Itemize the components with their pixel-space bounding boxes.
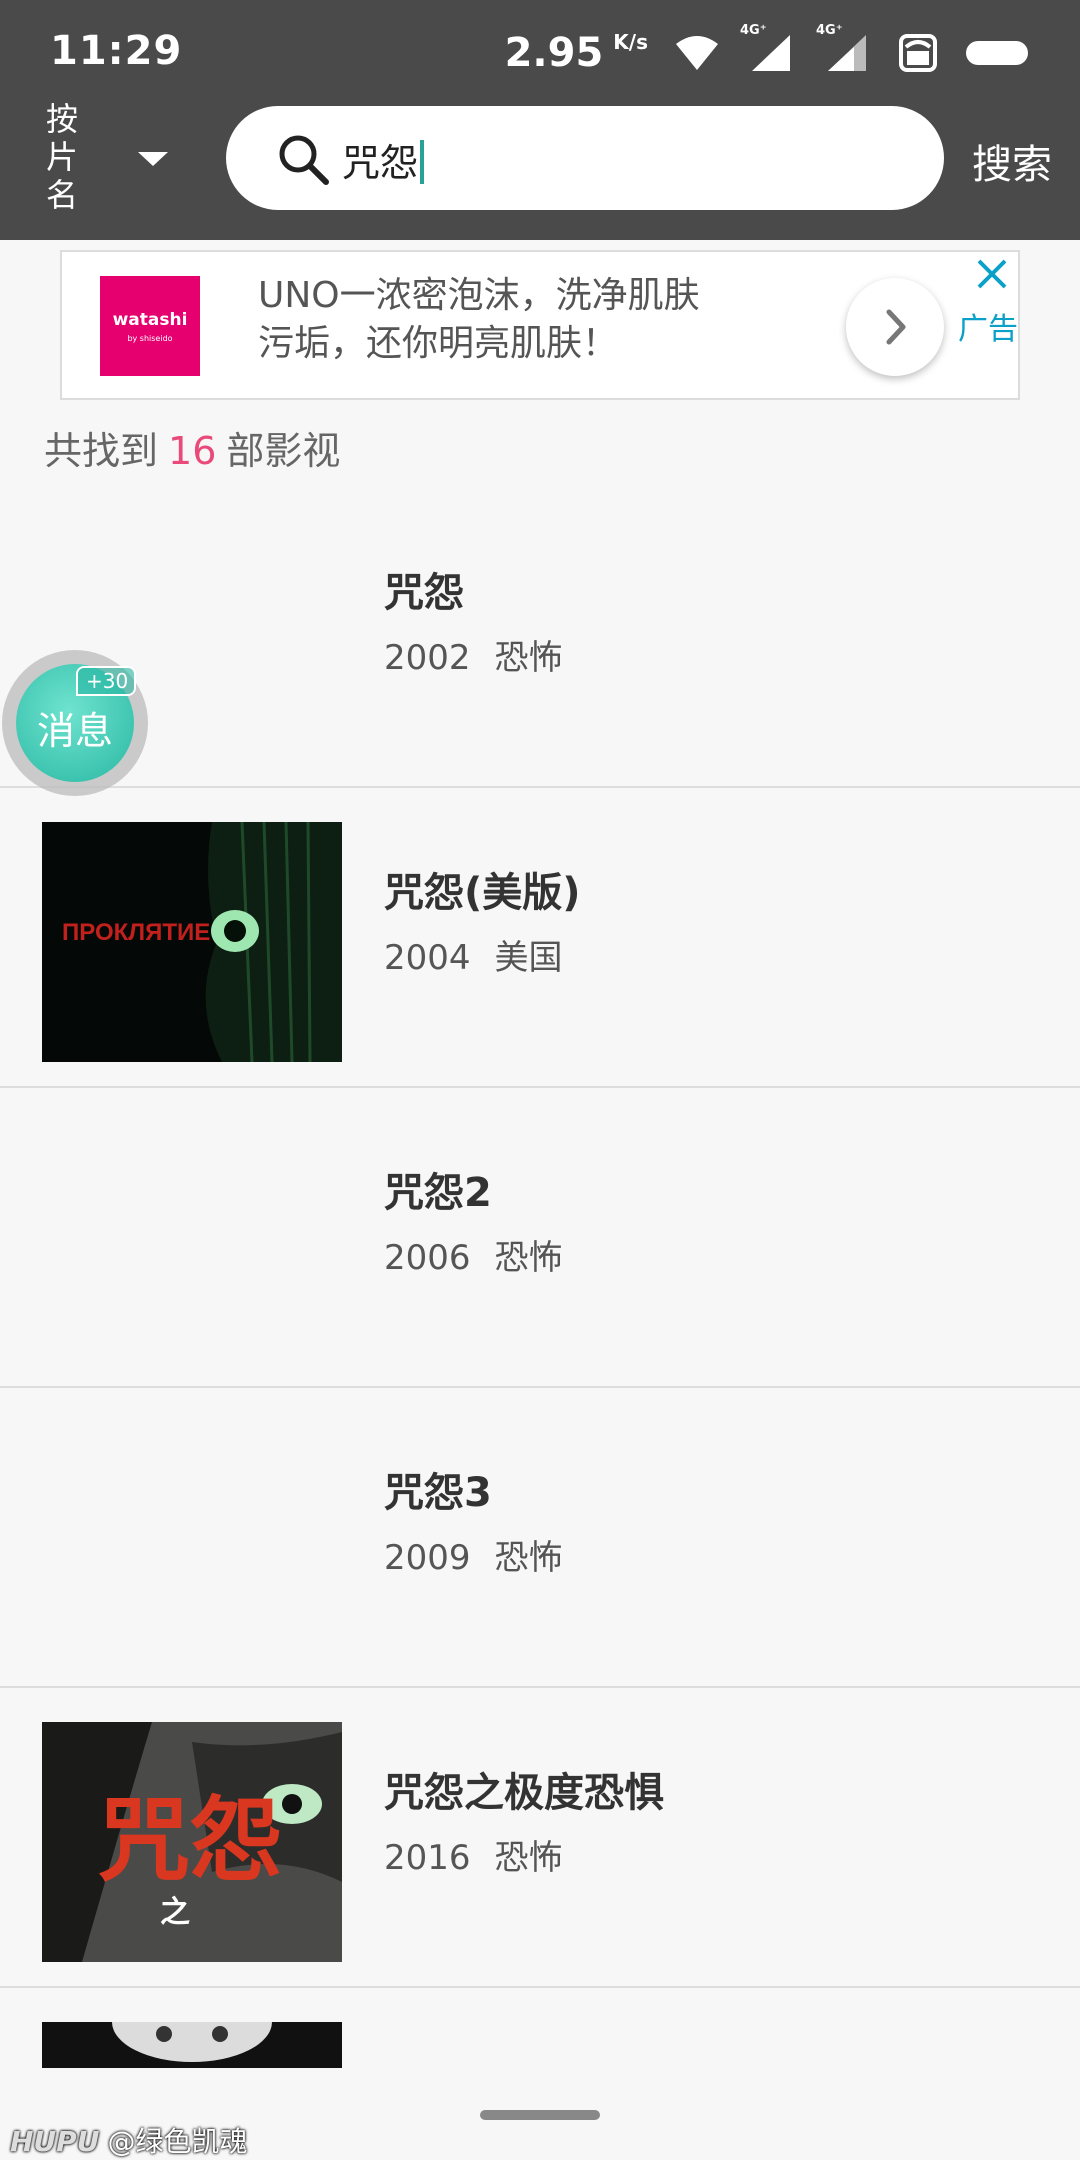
search-input-text: 咒怨 xyxy=(342,132,425,187)
battery-icon xyxy=(966,41,1028,65)
ad-open-button[interactable] xyxy=(846,278,944,376)
movie-year: 2016 xyxy=(384,1838,471,1878)
status-icons: 2.95 K/s 4G⁺ 4G⁺ xyxy=(505,23,1030,78)
signal-icon-1: 4G⁺ xyxy=(740,23,796,73)
dropdown-arrow-icon xyxy=(138,152,168,166)
movie-meta: 2004 美国 xyxy=(384,930,563,979)
search-query: 咒怨 xyxy=(342,141,419,185)
chevron-right-icon xyxy=(886,309,906,345)
search-button[interactable]: 搜索 xyxy=(972,132,1052,190)
poster-title-text: 咒怨 xyxy=(98,1787,282,1894)
movie-meta: 2002 恐怖 xyxy=(384,630,563,679)
list-item[interactable]: 咒怨3 2009 恐怖 xyxy=(0,1388,1080,1688)
ad-logo-main: watashi xyxy=(112,310,188,330)
movie-title: 咒怨3 xyxy=(384,1470,492,1516)
signal-icon-2: 4G⁺ xyxy=(816,23,872,73)
signal-label-2: 4G⁺ xyxy=(816,23,843,38)
signal-label-1: 4G⁺ xyxy=(740,23,767,38)
text-caret xyxy=(420,140,425,184)
result-count-number: 16 xyxy=(168,429,217,473)
movie-poster: 咒怨 之 xyxy=(42,1722,342,1962)
search-header: 按片名 咒怨 搜索 xyxy=(0,96,1080,240)
hd-call-icon xyxy=(899,34,937,72)
status-bar: 11:29 2.95 K/s 4G⁺ 4G⁺ xyxy=(0,0,1080,96)
movie-poster xyxy=(42,2022,342,2068)
list-item[interactable]: 咒怨2 2006 恐怖 xyxy=(0,1088,1080,1388)
movie-year: 2006 xyxy=(384,1238,471,1278)
ad-brand-logo: watashi by shiseido xyxy=(100,276,200,376)
ad-banner[interactable]: watashi by shiseido UNO一浓密泡沫，洗净肌肤污垢，还你明亮… xyxy=(60,250,1020,400)
watermark: HUPU @绿色凯魂 xyxy=(10,2120,247,2160)
ad-text: UNO一浓密泡沫，洗净肌肤污垢，还你明亮肌肤！ xyxy=(258,275,700,364)
home-indicator[interactable] xyxy=(480,2110,600,2120)
list-item[interactable]: ПРОКЛЯТИЕ 咒怨(美版) 2004 美国 xyxy=(0,788,1080,1088)
floating-message-button[interactable]: 消息 +30 xyxy=(2,650,148,796)
result-list: 咒怨 2002 恐怖 ПРОКЛЯТИЕ 咒怨(美版) 2004 美国 咒怨2 20… xyxy=(0,488,1080,2088)
list-item[interactable] xyxy=(0,1988,1080,2088)
wifi-icon xyxy=(676,36,718,70)
movie-meta: 2016 恐怖 xyxy=(384,1830,563,1879)
network-speed-unit: K/s xyxy=(613,30,648,54)
movie-year: 2002 xyxy=(384,638,471,678)
poster-subtitle-text: 之 xyxy=(160,1895,190,1930)
movie-genre: 恐怖 xyxy=(494,1538,563,1578)
watermark-brand: HUPU xyxy=(10,2125,100,2158)
message-label: 消息 xyxy=(36,709,113,753)
movie-title: 咒怨之极度恐惧 xyxy=(384,1770,664,1816)
result-count-prefix: 共找到 xyxy=(44,429,159,473)
list-item[interactable]: 咒怨 2002 恐怖 xyxy=(0,488,1080,788)
movie-poster: ПРОКЛЯТИЕ xyxy=(42,822,342,1062)
movie-title: 咒怨(美版) xyxy=(384,870,581,916)
network-speed-value: 2.95 xyxy=(504,30,604,76)
movie-genre: 美国 xyxy=(494,938,563,978)
movie-title: 咒怨 xyxy=(384,570,464,616)
search-icon xyxy=(279,135,329,185)
status-time: 11:29 xyxy=(50,28,183,74)
movie-genre: 恐怖 xyxy=(494,638,563,678)
network-speed: 2.95 K/s xyxy=(505,30,648,76)
movie-year: 2009 xyxy=(384,1538,471,1578)
ad-logo-sub: by shiseido xyxy=(127,334,173,343)
watermark-user: @绿色凯魂 xyxy=(107,2125,248,2158)
poster-title-text: ПРОКЛЯТИЕ xyxy=(62,919,210,946)
ad-tag: 广告 xyxy=(958,312,1018,347)
movie-meta: 2006 恐怖 xyxy=(384,1230,563,1279)
message-count-badge: +30 xyxy=(76,666,136,696)
movie-genre: 恐怖 xyxy=(494,1238,563,1278)
result-count-suffix: 部影视 xyxy=(226,429,341,473)
search-mode-label: 按片名 xyxy=(45,100,78,214)
close-icon[interactable] xyxy=(974,256,1010,292)
movie-title: 咒怨2 xyxy=(384,1170,492,1216)
search-mode-dropdown[interactable]: 按片名 xyxy=(36,100,176,220)
search-input[interactable]: 咒怨 xyxy=(226,106,944,210)
list-item[interactable]: 咒怨 之 咒怨之极度恐惧 2016 恐怖 xyxy=(0,1688,1080,1988)
movie-meta: 2009 恐怖 xyxy=(384,1530,563,1579)
result-count: 共找到 16 部影视 xyxy=(44,420,340,475)
movie-genre: 恐怖 xyxy=(494,1838,563,1878)
movie-year: 2004 xyxy=(384,938,471,978)
